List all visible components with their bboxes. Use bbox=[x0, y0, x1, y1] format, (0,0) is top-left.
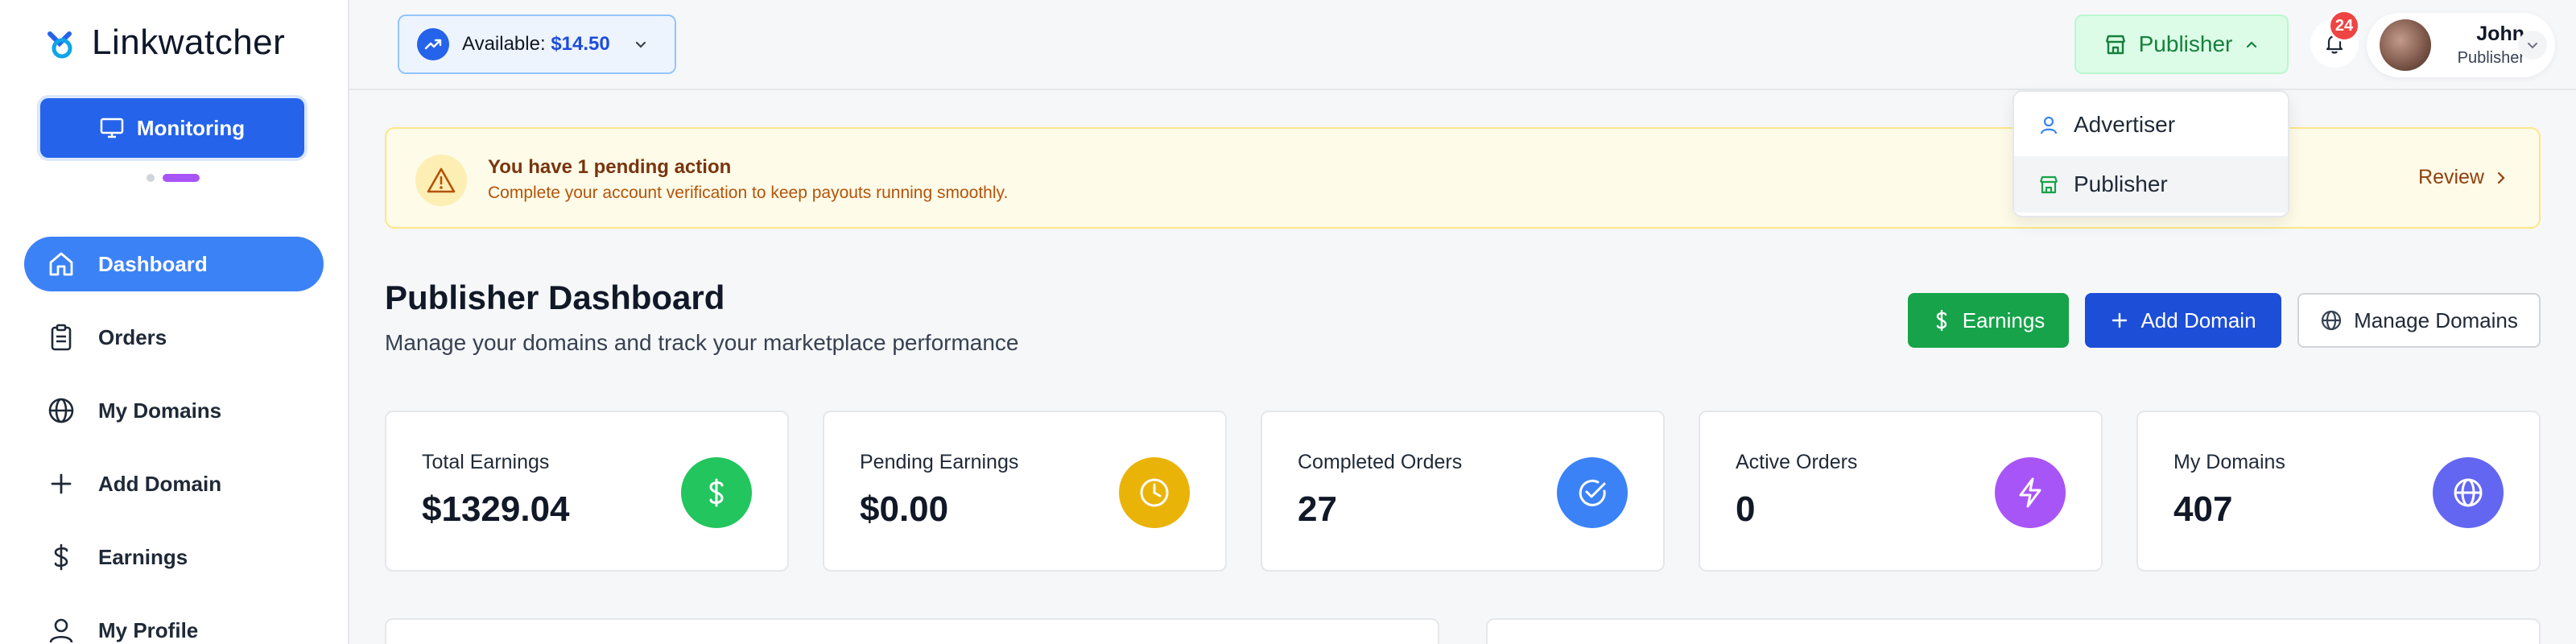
role-dropdown-menu: Advertiser Publisher bbox=[2013, 90, 2289, 217]
stat-label: Pending Earnings bbox=[860, 451, 1019, 473]
balance-amount: $14.50 bbox=[551, 33, 610, 55]
globe-icon bbox=[2433, 457, 2504, 528]
sidebar-item-orders[interactable]: Orders bbox=[24, 310, 324, 365]
stat-label: Total Earnings bbox=[422, 451, 550, 473]
plus-icon bbox=[2110, 311, 2129, 330]
globe-icon bbox=[2320, 309, 2343, 332]
store-icon bbox=[2103, 32, 2128, 56]
top-bar: Available: $14.50 Publisher 24 John Publ… bbox=[349, 0, 2576, 90]
chevron-down-icon bbox=[633, 36, 649, 52]
user-icon bbox=[45, 614, 77, 644]
dollar-icon bbox=[681, 457, 752, 528]
earnings-button-label: Earnings bbox=[1962, 308, 2046, 332]
add-domain-button[interactable]: Add Domain bbox=[2085, 293, 2281, 348]
warning-icon bbox=[415, 155, 467, 206]
monitor-icon bbox=[100, 118, 124, 138]
review-label: Review bbox=[2418, 166, 2484, 188]
content-panel-right bbox=[1486, 618, 2541, 644]
sidebar-item-label: Dashboard bbox=[98, 251, 208, 276]
globe-icon bbox=[45, 394, 77, 427]
sidebar-nav: Dashboard Orders My Domains Add Domain E… bbox=[24, 237, 324, 644]
sidebar-item-my-domains[interactable]: My Domains bbox=[24, 383, 324, 438]
sidebar-item-label: Earnings bbox=[98, 544, 188, 569]
dropdown-option-label: Publisher bbox=[2074, 171, 2168, 196]
dropdown-option-advertiser[interactable]: Advertiser bbox=[2014, 97, 2288, 153]
carousel-dots bbox=[147, 174, 200, 182]
manage-domains-button-label: Manage Domains bbox=[2354, 308, 2518, 332]
stat-value: 27 bbox=[1298, 489, 1337, 529]
user-name: John bbox=[2476, 23, 2524, 45]
stat-value: 0 bbox=[1736, 489, 1756, 529]
sidebar-item-label: My Profile bbox=[98, 617, 199, 642]
dropdown-option-label: Advertiser bbox=[2074, 112, 2176, 137]
page-subtitle: Manage your domains and track your marke… bbox=[385, 330, 1019, 355]
check-circle-icon bbox=[1557, 457, 1628, 528]
stat-card-pending-earnings: Pending Earnings $0.00 bbox=[823, 411, 1227, 572]
user-profile-menu[interactable]: John Publisher bbox=[2367, 13, 2555, 77]
profile-text: John Publisher bbox=[2450, 23, 2524, 68]
balance-text: Available: $14.50 bbox=[462, 33, 610, 56]
avatar bbox=[2380, 19, 2431, 71]
stat-label: Completed Orders bbox=[1298, 451, 1463, 473]
plus-icon bbox=[45, 468, 77, 500]
bolt-icon bbox=[1995, 457, 2066, 528]
stat-label: Active Orders bbox=[1736, 451, 1858, 473]
page-title: Publisher Dashboard bbox=[385, 279, 725, 316]
trending-up-icon bbox=[417, 28, 449, 60]
sidebar-item-dashboard[interactable]: Dashboard bbox=[24, 237, 324, 291]
dropdown-option-publisher[interactable]: Publisher bbox=[2014, 156, 2288, 213]
stat-value: $0.00 bbox=[860, 489, 949, 529]
stat-label: My Domains bbox=[2174, 451, 2285, 473]
clipboard-icon bbox=[45, 321, 77, 353]
sidebar-item-label: Orders bbox=[98, 324, 167, 349]
store-icon bbox=[2038, 174, 2059, 195]
user-icon bbox=[2038, 114, 2059, 135]
manage-domains-button[interactable]: Manage Domains bbox=[2297, 293, 2541, 348]
sidebar-item-earnings[interactable]: Earnings bbox=[24, 530, 324, 584]
stat-card-total-earnings: Total Earnings $1329.04 bbox=[385, 411, 789, 572]
carousel-dot-active[interactable] bbox=[163, 174, 200, 182]
role-switcher-button[interactable]: Publisher bbox=[2074, 14, 2289, 74]
user-role: Publisher bbox=[2457, 49, 2524, 67]
sidebar-item-my-profile[interactable]: My Profile bbox=[24, 603, 324, 644]
brand-logo[interactable]: Linkwatcher bbox=[42, 23, 285, 63]
sidebar: Linkwatcher Monitoring Dashboard Orders bbox=[0, 0, 349, 644]
content-panel-left bbox=[385, 618, 1439, 644]
stat-value: 407 bbox=[2174, 489, 2233, 529]
balance-selector[interactable]: Available: $14.50 bbox=[398, 14, 676, 74]
clock-icon bbox=[1119, 457, 1190, 528]
balance-label: Available: bbox=[462, 33, 546, 55]
role-label: Publisher bbox=[2138, 31, 2233, 56]
chevron-right-icon bbox=[2494, 171, 2508, 185]
stat-card-my-domains: My Domains 407 bbox=[2136, 411, 2541, 572]
chevron-up-icon bbox=[2244, 36, 2260, 52]
stat-card-completed-orders: Completed Orders 27 bbox=[1261, 411, 1665, 572]
earnings-button[interactable]: Earnings bbox=[1908, 293, 2069, 348]
dollar-icon bbox=[45, 541, 77, 573]
dollar-icon bbox=[1932, 309, 1951, 332]
home-icon bbox=[45, 248, 77, 280]
monitoring-button[interactable]: Monitoring bbox=[40, 98, 304, 158]
sidebar-item-label: Add Domain bbox=[98, 471, 222, 496]
stat-value: $1329.04 bbox=[422, 489, 570, 529]
chevron-down-icon bbox=[2518, 31, 2547, 60]
add-domain-button-label: Add Domain bbox=[2140, 308, 2256, 332]
alert-message: Complete your account verification to ke… bbox=[488, 184, 1009, 202]
sidebar-item-label: My Domains bbox=[98, 398, 222, 423]
notification-count-badge: 24 bbox=[2328, 10, 2360, 42]
monitoring-label: Monitoring bbox=[136, 115, 246, 140]
stat-card-active-orders: Active Orders 0 bbox=[1699, 411, 2103, 572]
alert-title: You have 1 pending action bbox=[488, 156, 732, 178]
logo-icon bbox=[42, 23, 82, 63]
brand-name: Linkwatcher bbox=[92, 23, 286, 62]
carousel-dot[interactable] bbox=[147, 174, 155, 182]
review-link[interactable]: Review bbox=[2418, 166, 2508, 189]
sidebar-item-add-domain[interactable]: Add Domain bbox=[24, 456, 324, 511]
